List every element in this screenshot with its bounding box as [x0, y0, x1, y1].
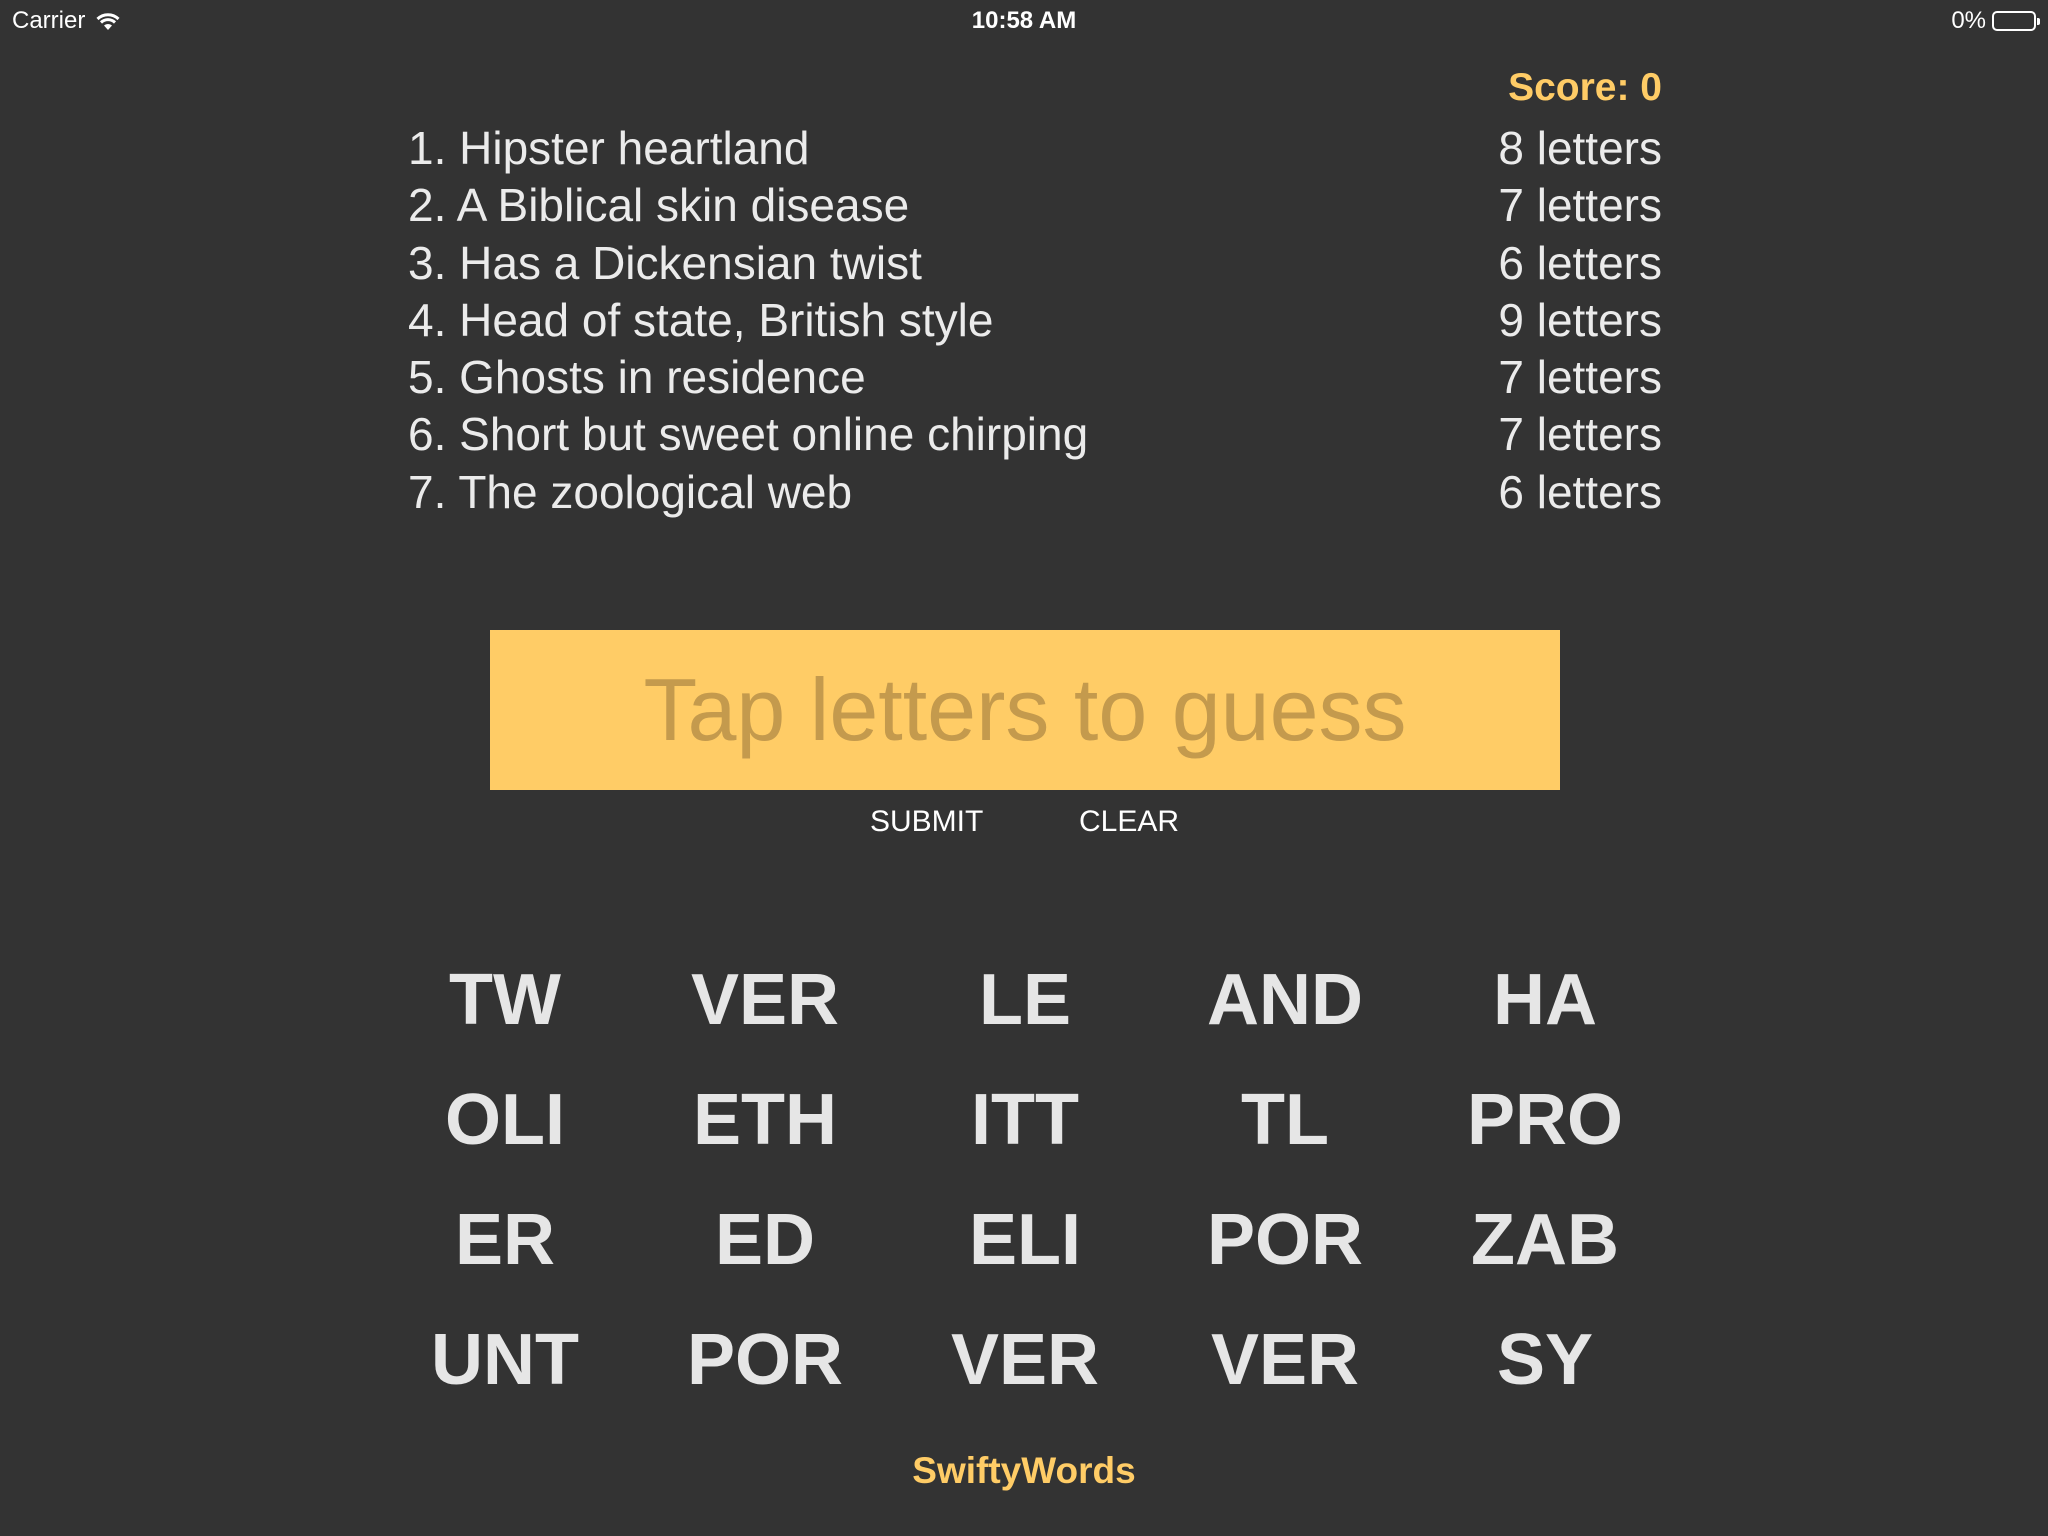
letter-button[interactable]: OLI — [375, 1060, 635, 1180]
letter-grid: TW VER LE AND HA OLI ETH ITT TL PRO ER E… — [375, 940, 1675, 1420]
clue-text: 6. Short but sweet online chirping — [408, 408, 1089, 461]
status-time: 10:58 AM — [971, 7, 1077, 34]
score-label: Score: 0 — [1508, 66, 1662, 109]
letter-button[interactable]: SY — [1415, 1300, 1675, 1420]
clue-letter-count: 9 letters — [1498, 293, 1662, 346]
letter-button[interactable]: ZAB — [1415, 1180, 1675, 1300]
letter-button[interactable]: POR — [635, 1300, 895, 1420]
answer-field[interactable]: Tap letters to guess — [490, 630, 1560, 790]
battery-percent: 0% — [1951, 7, 1986, 34]
letter-button[interactable]: HA — [1415, 940, 1675, 1060]
clue-row: 6. Short but sweet online chirping 7 let… — [408, 406, 1662, 463]
letter-button[interactable]: ER — [375, 1180, 635, 1300]
letter-button[interactable]: ETH — [635, 1060, 895, 1180]
clue-row: 5. Ghosts in residence 7 letters — [408, 349, 1662, 406]
letter-button[interactable]: POR — [1155, 1180, 1415, 1300]
clue-text: 2. A Biblical skin disease — [408, 179, 910, 232]
letter-button[interactable]: TL — [1155, 1060, 1415, 1180]
clue-letter-count: 7 letters — [1498, 351, 1662, 404]
letter-button[interactable]: AND — [1155, 940, 1415, 1060]
clue-letter-count: 7 letters — [1498, 408, 1662, 461]
letter-button[interactable]: ED — [635, 1180, 895, 1300]
clue-text: 1. Hipster heartland — [408, 122, 810, 174]
clue-row: 7. The zoological web 6 letters — [408, 464, 1662, 521]
letter-button[interactable]: ITT — [895, 1060, 1155, 1180]
clue-letter-count: 7 letters — [1498, 179, 1662, 232]
clue-row: 4. Head of state, British style 9 letter… — [408, 292, 1662, 349]
letter-button[interactable]: UNT — [375, 1300, 635, 1420]
app-title: SwiftyWords — [912, 1450, 1136, 1491]
clue-row: 3. Has a Dickensian twist 6 letters — [408, 235, 1662, 292]
clue-letter-count: 8 letters — [1498, 122, 1662, 174]
clear-button[interactable]: CLEAR — [1079, 805, 1179, 839]
letter-button[interactable]: VER — [635, 940, 895, 1060]
battery-indicator: 0% — [1951, 7, 2040, 35]
clue-text: 5. Ghosts in residence — [408, 351, 866, 404]
clue-letter-count: 6 letters — [1498, 465, 1662, 518]
letter-button[interactable]: TW — [375, 940, 635, 1060]
status-bar: Carrier 10:58 AM 0% — [0, 0, 2048, 40]
clue-text: 4. Head of state, British style — [408, 293, 994, 346]
clue-text: 3. Has a Dickensian twist — [408, 236, 922, 289]
clue-row: 2. A Biblical skin disease 7 letters — [408, 177, 1662, 234]
clue-list: 1. Hipster heartland 8 letters 2. A Bibl… — [408, 120, 1662, 521]
letter-button[interactable]: VER — [1155, 1300, 1415, 1420]
answer-placeholder: Tap letters to guess — [643, 660, 1407, 759]
letter-button[interactable]: LE — [895, 940, 1155, 1060]
battery-icon — [1992, 11, 2040, 31]
clue-letter-count: 6 letters — [1498, 236, 1662, 289]
letter-button[interactable]: PRO — [1415, 1060, 1675, 1180]
letter-button[interactable]: ELI — [895, 1180, 1155, 1300]
submit-button[interactable]: SUBMIT — [870, 805, 983, 839]
clue-row: 1. Hipster heartland 8 letters — [408, 120, 1662, 177]
clue-text: 7. The zoological web — [408, 465, 853, 518]
letter-button[interactable]: VER — [895, 1300, 1155, 1420]
